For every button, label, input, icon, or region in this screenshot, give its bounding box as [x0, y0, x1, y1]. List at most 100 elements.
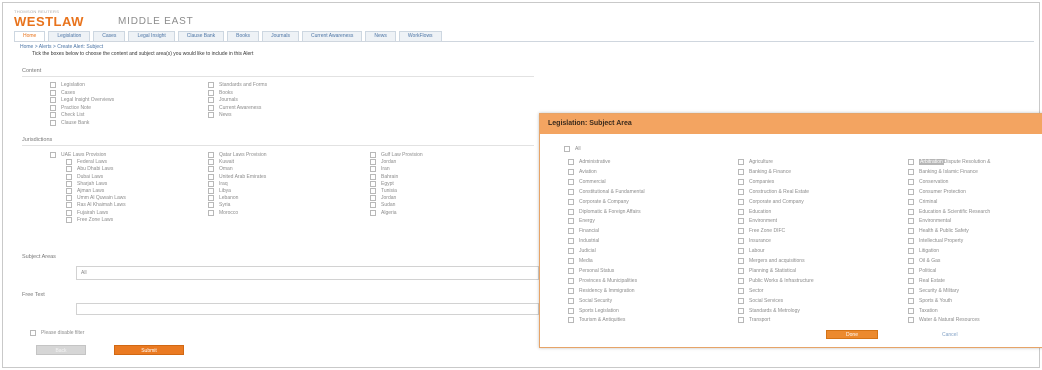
- breadcrumb[interactable]: Home > Alerts > Create Alert: Subject: [20, 44, 103, 50]
- modal-subject-item[interactable]: Arbitration Dispute Resolution &: [908, 159, 991, 165]
- checkbox-box[interactable]: [908, 248, 914, 255]
- modal-subject-item[interactable]: Consumer Protection: [908, 188, 966, 195]
- modal-subject-item[interactable]: Tourism & Antiquities: [568, 317, 625, 324]
- checkbox-box[interactable]: [568, 159, 574, 165]
- checkbox-box[interactable]: [50, 112, 56, 119]
- checkbox-box[interactable]: [370, 152, 376, 158]
- checkbox-box[interactable]: [738, 307, 744, 314]
- modal-subject-item[interactable]: Political: [908, 267, 936, 274]
- jurisdiction-checkbox[interactable]: Sharjah Laws: [66, 180, 107, 187]
- checkbox-box[interactable]: [50, 97, 56, 104]
- content-checkbox[interactable]: Check List: [50, 112, 84, 119]
- modal-subject-item[interactable]: Water & Natural Resources: [908, 317, 980, 324]
- checkbox-box[interactable]: [568, 307, 574, 314]
- content-checkbox[interactable]: Books: [208, 89, 233, 96]
- modal-subject-item[interactable]: Labour: [738, 248, 765, 255]
- modal-subject-item[interactable]: Commercial: [568, 178, 606, 185]
- modal-subject-item[interactable]: Diplomatic & Foreign Affairs: [568, 208, 641, 215]
- content-checkbox[interactable]: Journals: [208, 97, 238, 104]
- checkbox-box[interactable]: [66, 159, 72, 166]
- checkbox-box[interactable]: [208, 173, 214, 180]
- modal-subject-item[interactable]: Conservation: [908, 178, 948, 185]
- checkbox-box[interactable]: [66, 173, 72, 180]
- jurisdiction-checkbox[interactable]: Free Zone Laws: [66, 216, 113, 223]
- checkbox-box[interactable]: [908, 258, 914, 264]
- subject-areas-field[interactable]: All: [76, 266, 539, 280]
- checkbox-box[interactable]: [66, 209, 72, 216]
- checkbox-box[interactable]: [738, 188, 744, 195]
- jurisdiction-checkbox[interactable]: Tunisia: [370, 188, 397, 194]
- modal-subject-item[interactable]: Media: [568, 258, 593, 264]
- jurisdiction-checkbox[interactable]: Fujairah Laws: [66, 209, 108, 216]
- modal-subject-item[interactable]: Judicial: [568, 248, 596, 255]
- checkbox-box[interactable]: [908, 287, 914, 294]
- jurisdiction-checkbox[interactable]: Ajman Laws: [66, 188, 104, 194]
- nav-tab[interactable]: Legal Insight: [128, 31, 175, 41]
- checkbox-box[interactable]: [66, 180, 72, 187]
- content-checkbox[interactable]: Cases: [50, 89, 75, 96]
- modal-subject-item[interactable]: Environment: [738, 218, 777, 225]
- modal-subject-item[interactable]: Insurance: [738, 238, 771, 245]
- westlaw-logo[interactable]: WESTLAW: [14, 14, 84, 29]
- modal-subject-item[interactable]: Public Works & Infrastructure: [738, 277, 814, 284]
- checkbox-box[interactable]: [370, 180, 376, 187]
- checkbox-box[interactable]: [208, 89, 214, 96]
- modal-subject-item[interactable]: Administrative: [568, 159, 610, 165]
- jurisdiction-checkbox[interactable]: Oman: [208, 166, 233, 173]
- checkbox-box[interactable]: [908, 277, 914, 284]
- checkbox-box[interactable]: [50, 152, 56, 158]
- modal-all-checkbox[interactable]: All: [564, 146, 581, 152]
- checkbox-box[interactable]: [564, 146, 570, 152]
- checkbox-box[interactable]: [568, 277, 574, 284]
- modal-subject-item[interactable]: Corporate & Company: [568, 198, 629, 205]
- checkbox-box[interactable]: [370, 188, 376, 194]
- checkbox-box[interactable]: [738, 228, 744, 235]
- modal-subject-item[interactable]: Aviation: [568, 168, 597, 175]
- checkbox-box[interactable]: [568, 258, 574, 264]
- checkbox-box[interactable]: [568, 208, 574, 215]
- modal-subject-item[interactable]: Health & Public Safety: [908, 228, 969, 235]
- checkbox-box[interactable]: [568, 297, 574, 304]
- checkbox-box[interactable]: [738, 277, 744, 284]
- nav-tab[interactable]: Books: [227, 31, 260, 41]
- checkbox-box[interactable]: [208, 104, 214, 111]
- modal-subject-item[interactable]: Standards & Metrology: [738, 307, 800, 314]
- checkbox-box[interactable]: [738, 159, 744, 165]
- checkbox-box[interactable]: [738, 198, 744, 205]
- modal-subject-item[interactable]: Sports Legislation: [568, 307, 619, 314]
- checkbox-box[interactable]: [738, 238, 744, 245]
- checkbox-box[interactable]: [738, 168, 744, 175]
- modal-subject-item[interactable]: Residency & Immigration: [568, 287, 635, 294]
- checkbox-box[interactable]: [208, 166, 214, 173]
- jurisdiction-checkbox[interactable]: Iran: [370, 166, 390, 173]
- checkbox-box[interactable]: [908, 168, 914, 175]
- checkbox-box[interactable]: [738, 248, 744, 255]
- checkbox-box[interactable]: [908, 218, 914, 225]
- nav-tab[interactable]: Home: [14, 31, 46, 41]
- checkbox-box[interactable]: [208, 180, 214, 187]
- modal-subject-item[interactable]: Education & Scientific Research: [908, 208, 990, 215]
- modal-subject-item[interactable]: Corporate and Company: [738, 198, 804, 205]
- checkbox-box[interactable]: [568, 188, 574, 195]
- checkbox-box[interactable]: [908, 208, 914, 215]
- nav-tab[interactable]: Cases: [93, 31, 126, 41]
- checkbox-box[interactable]: [568, 248, 574, 255]
- checkbox-box[interactable]: [208, 112, 214, 119]
- jurisdiction-checkbox[interactable]: United Arab Emirates: [208, 173, 266, 180]
- modal-subject-item[interactable]: Planning & Statistical: [738, 267, 796, 274]
- jurisdiction-checkbox[interactable]: Sudan: [370, 202, 395, 209]
- modal-subject-item[interactable]: Companies: [738, 178, 774, 185]
- modal-subject-item[interactable]: Agriculture: [738, 159, 773, 165]
- checkbox-box[interactable]: [50, 120, 56, 126]
- checkbox-box[interactable]: [568, 218, 574, 225]
- checkbox-box[interactable]: [908, 228, 914, 235]
- nav-tab[interactable]: WorkFlows: [398, 31, 442, 41]
- modal-subject-item[interactable]: Security & Military: [908, 287, 959, 294]
- modal-subject-item[interactable]: Sports & Youth: [908, 297, 952, 304]
- modal-subject-item[interactable]: Banking & Islamic Finance: [908, 168, 978, 175]
- checkbox-box[interactable]: [908, 159, 914, 165]
- modal-subject-item[interactable]: Personal Status: [568, 267, 614, 274]
- checkbox-box[interactable]: [908, 297, 914, 304]
- modal-subject-item[interactable]: Social Security: [568, 297, 612, 304]
- checkbox-box[interactable]: [568, 317, 574, 324]
